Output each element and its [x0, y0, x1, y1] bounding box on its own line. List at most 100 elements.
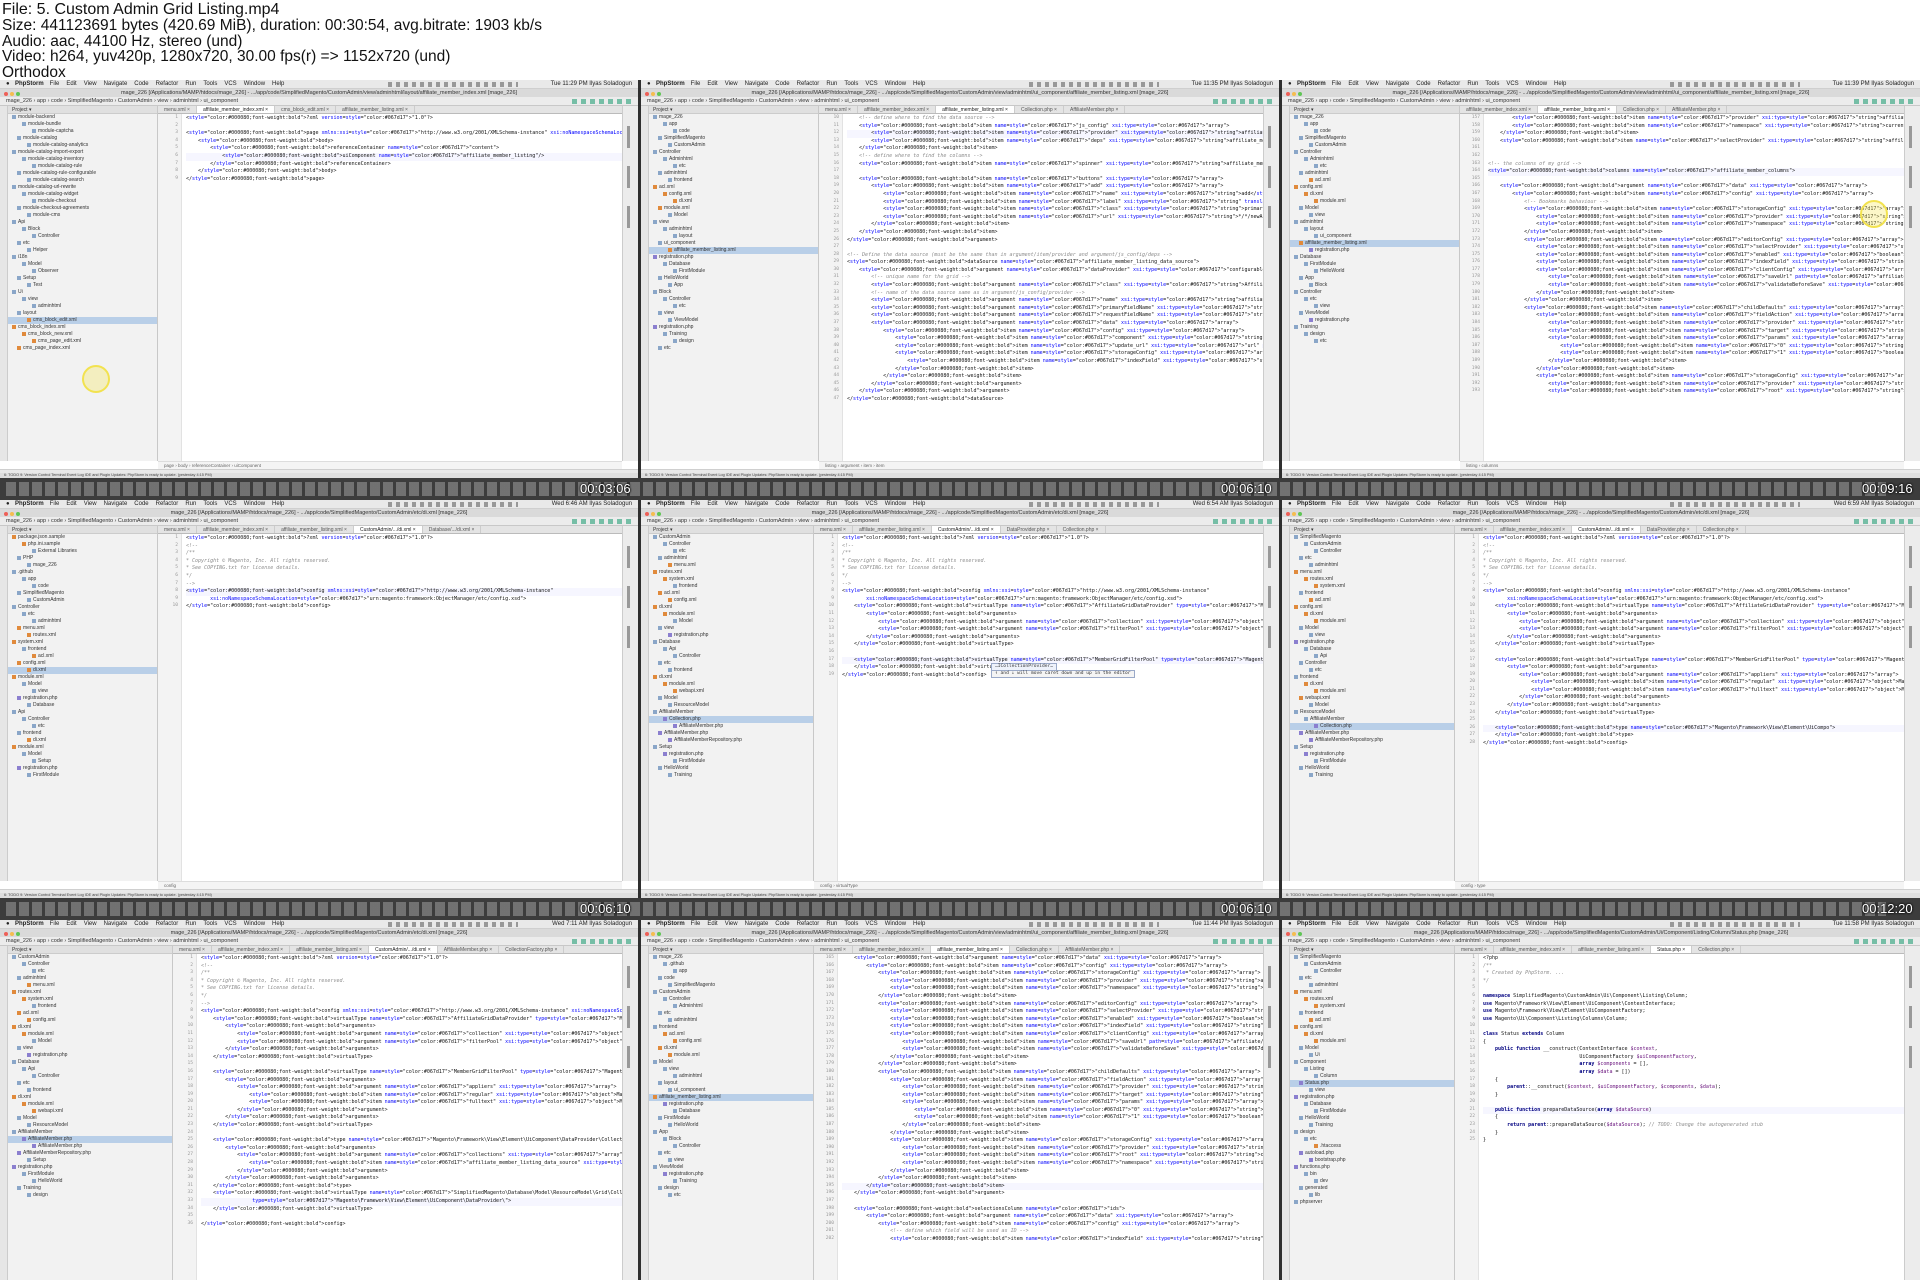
menu-item-vcs[interactable]: VCS [224, 501, 236, 507]
code-line[interactable]: /** [201, 970, 622, 978]
code-line[interactable]: * Copyright © Magento, Inc. All rights r… [1483, 558, 1904, 566]
left-tool-window-strip[interactable] [0, 106, 8, 461]
code-line[interactable]: </style="color:#000080;font-weight:bold"… [847, 237, 1263, 245]
editor-tab[interactable]: AffiliateMember.php × [1064, 106, 1126, 113]
project-tree-item[interactable]: routes.xml [649, 569, 813, 576]
project-tree-item[interactable]: Controller [8, 716, 157, 723]
code-line[interactable]: parent::__construct($context, $uiCompone… [1483, 1084, 1904, 1092]
project-tree-item[interactable]: routes.xml [8, 989, 172, 996]
code-line[interactable]: </style="color:#000080;font-weight:bold"… [1488, 358, 1904, 366]
project-tree-item[interactable]: Collection.php [649, 716, 813, 723]
menu-item-run[interactable]: Run [185, 81, 196, 87]
menu-item-refactor[interactable]: Refactor [797, 81, 820, 87]
code-line[interactable]: <style="color:#000080;font-weight:bold">… [847, 214, 1263, 222]
code-line[interactable]: </style="color:#000080;font-weight:bold"… [1483, 634, 1904, 642]
menu-item-refactor[interactable]: Refactor [156, 81, 179, 87]
project-tree-item[interactable]: module-checkout-agreements [8, 205, 157, 212]
menu-item-code[interactable]: Code [775, 81, 789, 87]
code-line[interactable]: <!-- [186, 543, 622, 551]
menu-item-navigate[interactable]: Navigate [745, 81, 769, 87]
code-line[interactable]: </style="color:#000080;font-weight:bold"… [201, 1054, 622, 1062]
project-panel-header[interactable]: Project ▾ [649, 526, 813, 534]
code-line[interactable]: </style="color:#000080;font-weight:bold"… [842, 641, 1263, 649]
project-tree-item[interactable]: lib [1290, 1192, 1454, 1199]
project-tree-item[interactable]: Controller [8, 233, 157, 240]
left-tool-window-strip[interactable] [0, 946, 8, 1280]
code-line[interactable]: <style="color:#000080;font-weight:bold">… [842, 1145, 1263, 1153]
menu-item-code[interactable]: Code [134, 921, 148, 927]
minimize-window-button[interactable] [10, 512, 14, 516]
project-tree-item[interactable]: module-backend [8, 114, 157, 121]
project-tree-item[interactable]: HelloWorld [649, 765, 813, 772]
project-tree-item[interactable]: Model [1290, 1045, 1454, 1052]
project-tree-item[interactable]: system.xml [8, 996, 172, 1003]
project-tree-item[interactable]: module-catalog-analytics [8, 142, 157, 149]
code-line[interactable]: * See COPYING.txt for license details. [186, 565, 622, 573]
project-tree-item[interactable]: layout [649, 233, 818, 240]
menu-item-help[interactable]: Help [1554, 921, 1566, 927]
project-tree-item[interactable]: HelloWorld [1290, 268, 1459, 275]
project-tree-item[interactable]: Controller [649, 149, 818, 156]
menu-item-help[interactable]: Help [272, 501, 284, 507]
code-line[interactable]: </style="color:#000080;font-weight:bold"… [842, 634, 1263, 642]
code-line[interactable]: <!-- define where to find the columns --… [847, 153, 1263, 161]
dock-app-icons[interactable] [6, 482, 1886, 496]
project-tree-item[interactable]: di.xml [8, 737, 157, 744]
right-tool-window-strip[interactable] [622, 946, 638, 1280]
code-line[interactable]: <style="color:#000080;font-weight:bold">… [186, 588, 622, 596]
project-tree-item[interactable]: Api [649, 646, 813, 653]
project-tree-item[interactable]: bin [1290, 1171, 1454, 1178]
code-line[interactable]: <style="color:#000080;font-weight:bold">… [847, 259, 1263, 267]
zoom-window-button[interactable] [657, 512, 661, 516]
project-tree-item[interactable]: frontend [8, 646, 157, 653]
project-tree-item[interactable]: Api [8, 219, 157, 226]
code-line[interactable]: <style="color:#000080;font-weight:bold">… [847, 328, 1263, 336]
project-tree-item[interactable]: frontend [649, 1024, 813, 1031]
left-tool-window-strip[interactable] [1282, 946, 1290, 1280]
project-tree-item[interactable]: cms_page_index.xml [8, 345, 157, 352]
code-line[interactable]: <style="color:#000080;font-weight:bold">… [847, 297, 1263, 305]
code-line[interactable]: <style="color:#000080;font-weight:bold">… [1488, 259, 1904, 267]
project-tree-item[interactable]: FirstModule [1290, 1108, 1454, 1115]
apple-menu-icon[interactable]: ● [1288, 920, 1294, 928]
code-line[interactable]: </style="color:#000080;font-weight:bold"… [847, 381, 1263, 389]
code-line[interactable]: <style="color:#000080;font-weight:bold">… [1483, 626, 1904, 634]
code-line[interactable]: <style="color:#000080;font-weight:bold">… [1483, 687, 1904, 695]
code-line[interactable]: </style="color:#000080;font-weight:bold"… [847, 373, 1263, 381]
menu-item-refactor[interactable]: Refactor [797, 501, 820, 507]
editor-tab[interactable]: affiliate_member_listing.xml × [336, 106, 415, 113]
code-editor[interactable]: <style="color:#000080;font-weight:bold">… [1484, 114, 1904, 461]
menu-item-run[interactable]: Run [1467, 501, 1478, 507]
project-tree-item[interactable]: Model [1290, 625, 1454, 632]
menu-item-refactor[interactable]: Refactor [156, 501, 179, 507]
code-editor[interactable]: <style="color:#000080;font-weight:bold">… [1479, 534, 1904, 881]
menu-item-view[interactable]: View [1366, 921, 1379, 927]
code-line[interactable]: </style="color:#000080;font-weight:bold"… [842, 1054, 1263, 1062]
code-line[interactable]: </style="color:#000080;font-weight:bold"… [847, 388, 1263, 396]
code-line[interactable]: </style="color:#000080;font-weight:bold"… [1483, 702, 1904, 710]
close-window-button[interactable] [4, 92, 8, 96]
right-tool-window-strip[interactable] [622, 526, 638, 881]
project-tree-item[interactable]: Training [1290, 324, 1459, 331]
project-tree-item[interactable]: .github [649, 961, 813, 968]
project-tree-item[interactable]: Setup [1290, 744, 1454, 751]
project-tree-item[interactable]: routes.xml [1290, 576, 1454, 583]
code-line[interactable]: <style="color:#000080;font-weight:bold">… [842, 1046, 1263, 1054]
code-line[interactable]: <style="color:#000080;font-weight:bold">… [1483, 619, 1904, 627]
run-toolbar-buttons[interactable] [1213, 939, 1273, 944]
project-tree-item[interactable]: menu.xml [649, 562, 813, 569]
project-tree-item[interactable]: HelloWorld [649, 275, 818, 282]
code-line[interactable] [201, 1213, 622, 1221]
code-line[interactable] [201, 1061, 622, 1069]
minimize-window-button[interactable] [651, 92, 655, 96]
project-tree-item[interactable]: Adminhtml [649, 1003, 813, 1010]
code-line[interactable]: <style="color:#000080;font-weight:bold">… [186, 130, 622, 138]
code-line[interactable]: /** [842, 550, 1263, 558]
apple-menu-icon[interactable]: ● [1288, 80, 1294, 88]
project-tree-item[interactable]: di.xml [1290, 681, 1454, 688]
code-line[interactable]: <style="color:#000080;font-weight:bold">… [847, 305, 1263, 313]
code-line[interactable]: <!-- the columns of my grid --> [1488, 161, 1904, 169]
right-tool-window-strip[interactable] [622, 106, 638, 461]
code-line[interactable]: <style="color:#000080;font-weight:bold">… [847, 267, 1263, 275]
apple-menu-icon[interactable]: ● [647, 920, 653, 928]
